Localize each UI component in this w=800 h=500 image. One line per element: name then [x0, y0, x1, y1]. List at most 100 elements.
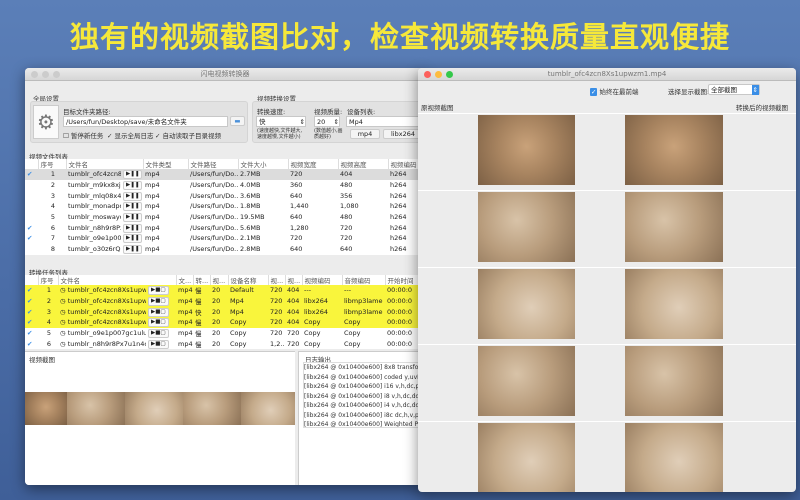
col-device[interactable]: 设备名称: [228, 275, 268, 285]
file-type: mp4: [176, 306, 193, 317]
table-row[interactable]: 8 tumblr_o30z6rQB... ▶❚❚ mp4 /Users/fun/…: [25, 244, 425, 255]
row-index: 6: [38, 338, 58, 349]
table-row[interactable]: ✔ 6 ◷ tumblr_n8h9r8Px7u1n4cn... ▶■▢ mp4 …: [25, 338, 425, 349]
pause-new-checkbox[interactable]: ☐ 暂停新任务: [63, 130, 103, 140]
original-screenshot[interactable]: [478, 423, 575, 492]
checkmark-icon[interactable]: ✔: [25, 233, 38, 244]
converted-screenshot[interactable]: [625, 346, 723, 416]
col-width[interactable]: 视...: [268, 275, 285, 285]
checkmark-icon[interactable]: ✔: [25, 169, 38, 180]
checkmark-icon[interactable]: ✔: [25, 317, 38, 328]
checkmark-icon[interactable]: ✔: [25, 328, 38, 339]
device-select[interactable]: Mp4: [346, 116, 425, 127]
col-name[interactable]: 文件名: [58, 275, 176, 285]
table-row[interactable]: ✔ 6 tumblr_n8h9r8Px7... ▶❚❚ mp4 /Users/f…: [25, 222, 425, 233]
screenshot-select[interactable]: 全部截图⇕: [708, 84, 760, 95]
file-name: tumblr_moswayqZ...: [66, 212, 121, 223]
task-controls[interactable]: ▶■▢: [146, 317, 176, 328]
screenshot-thumb[interactable]: [125, 392, 183, 425]
col-height[interactable]: 视频高度: [338, 159, 388, 169]
table-row[interactable]: ✔ 3 ◷ tumblr_ofc4zcn8Xs1upw... ▶■▢ mp4 快…: [25, 306, 425, 317]
file-type: mp4: [176, 317, 193, 328]
checkmark-icon[interactable]: ✔: [25, 296, 38, 307]
folder-icon[interactable]: ▬: [230, 116, 245, 126]
speed: 慢: [193, 285, 210, 296]
row-check[interactable]: [25, 201, 38, 212]
play-pause-control[interactable]: ▶❚❚: [121, 212, 143, 223]
task-controls[interactable]: ▶■▢: [146, 285, 176, 296]
converted-screenshot[interactable]: [625, 423, 723, 492]
table-row[interactable]: 4 tumblr_monadpda... ▶❚❚ mp4 /Users/fun/…: [25, 201, 425, 212]
row-check[interactable]: [25, 180, 38, 191]
task-controls[interactable]: ▶■▢: [146, 328, 176, 339]
window-controls[interactable]: [424, 71, 453, 78]
table-row[interactable]: ✔ 4 ◷ tumblr_ofc4zcn8Xs1upw... ▶■▢ mp4 慢…: [25, 317, 425, 328]
original-screenshot[interactable]: [478, 115, 575, 185]
col-vcodec[interactable]: 视频编码: [302, 275, 342, 285]
show-log-checkbox[interactable]: ✓ 显示全局日志: [107, 130, 154, 140]
col-name[interactable]: 文件名: [66, 159, 143, 169]
table-row[interactable]: ✔ 1 tumblr_ofc4zcn8X... ▶❚❚ mp4 /Users/f…: [25, 169, 425, 180]
file-path: /Users/fun/Do...: [188, 190, 238, 201]
play-pause-control[interactable]: ▶❚❚: [121, 190, 143, 201]
converted-screenshot[interactable]: [625, 192, 723, 262]
col-width[interactable]: 视频宽度: [288, 159, 338, 169]
col-index[interactable]: 序号: [38, 159, 66, 169]
speed-select[interactable]: 快⇕: [256, 116, 306, 127]
play-pause-control[interactable]: ▶❚❚: [121, 201, 143, 212]
play-pause-control[interactable]: ▶❚❚: [121, 222, 143, 233]
quality-stepper[interactable]: 20⇕: [314, 116, 340, 127]
gear-icon[interactable]: ⚙: [33, 105, 59, 139]
col-height[interactable]: 视...: [285, 275, 302, 285]
col-quality[interactable]: 视...: [210, 275, 228, 285]
tag-mp4: mp4: [350, 129, 380, 139]
task-controls[interactable]: ▶■▢: [146, 306, 176, 317]
col-acodec[interactable]: 音频编码: [342, 275, 385, 285]
file-size: 2.1MB: [238, 233, 288, 244]
original-screenshot[interactable]: [478, 269, 575, 339]
col-speed[interactable]: 转...: [193, 275, 210, 285]
checkmark-icon[interactable]: ✔: [25, 306, 38, 317]
checkmark-icon[interactable]: ✔: [25, 285, 38, 296]
task-controls[interactable]: ▶■▢: [146, 296, 176, 307]
original-screenshot[interactable]: [478, 346, 575, 416]
col-type[interactable]: 文件类型: [143, 159, 188, 169]
window-controls[interactable]: [31, 71, 60, 78]
play-pause-control[interactable]: ▶❚❚: [121, 169, 143, 180]
file-type: mp4: [176, 285, 193, 296]
play-pause-control[interactable]: ▶❚❚: [121, 180, 143, 191]
row-check[interactable]: [25, 190, 38, 201]
table-row[interactable]: 5 tumblr_moswayqZ... ▶❚❚ mp4 /Users/fun/…: [25, 212, 425, 223]
play-pause-control[interactable]: ▶❚❚: [121, 244, 143, 255]
checkmark-icon[interactable]: ✔: [25, 338, 38, 349]
checkmark-icon[interactable]: ✔: [25, 222, 38, 233]
device: Mp4: [228, 296, 268, 307]
table-row[interactable]: ✔ 7 tumblr_o9e1p007g... ▶❚❚ mp4 /Users/f…: [25, 233, 425, 244]
task-controls[interactable]: ▶■▢: [146, 338, 176, 349]
table-row[interactable]: 3 tumblr_mlq08x4D... ▶❚❚ mp4 /Users/fun/…: [25, 190, 425, 201]
col-path[interactable]: 文件路径: [188, 159, 238, 169]
col-type[interactable]: 文...: [176, 275, 193, 285]
original-screenshot[interactable]: [478, 192, 575, 262]
row-check[interactable]: [25, 244, 38, 255]
target-path-input[interactable]: /Users/fun/Desktop/save/未命名文件夹: [63, 116, 228, 127]
quality: 20: [210, 285, 228, 296]
table-row[interactable]: ✔ 5 ◷ tumblr_o9e1p007gc1ulue... ▶■▢ mp4 …: [25, 328, 425, 339]
converted-screenshot[interactable]: [625, 115, 723, 185]
row-check[interactable]: [25, 212, 38, 223]
screenshot-thumb[interactable]: [183, 392, 241, 425]
table-row[interactable]: ✔ 1 ◷ tumblr_ofc4zcn8Xs1upw... ▶■▢ mp4 慢…: [25, 285, 425, 296]
screenshot-thumb[interactable]: [25, 392, 67, 425]
col-index[interactable]: 序号: [38, 275, 58, 285]
log-output[interactable]: [libx264 @ 0x10400e600] 8x8 transform in…: [303, 362, 425, 428]
play-pause-control[interactable]: ▶❚❚: [121, 233, 143, 244]
table-row[interactable]: ✔ 2 ◷ tumblr_ofc4zcn8Xs1upw... ▶■▢ mp4 慢…: [25, 296, 425, 307]
converted-screenshot[interactable]: [625, 269, 723, 339]
screenshot-thumb[interactable]: [241, 392, 295, 425]
auto-read-checkbox[interactable]: ✓ 自动读取子目录视频: [155, 130, 221, 140]
table-row[interactable]: 2 tumblr_m9kx8xjz7... ▶❚❚ mp4 /Users/fun…: [25, 180, 425, 191]
width: 1,2...: [268, 338, 285, 349]
always-on-top-checkbox[interactable]: ✓ 始终在最前端: [590, 86, 639, 96]
col-size[interactable]: 文件大小: [238, 159, 288, 169]
screenshot-thumb[interactable]: [67, 392, 125, 425]
